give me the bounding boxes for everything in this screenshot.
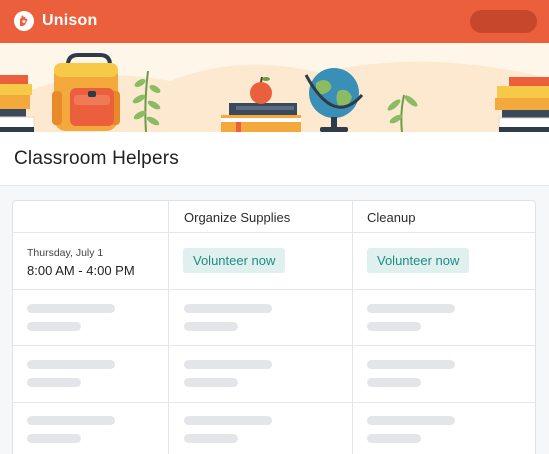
hand-heart-icon bbox=[14, 11, 34, 31]
placeholder-line bbox=[184, 434, 238, 443]
brand-name: Unison bbox=[42, 12, 98, 29]
top-bar: Unison bbox=[0, 0, 549, 43]
placeholder-line bbox=[27, 416, 115, 425]
placeholder-line bbox=[367, 416, 455, 425]
row-divider bbox=[13, 289, 535, 290]
placeholder-line bbox=[184, 360, 272, 369]
placeholder-line bbox=[184, 378, 238, 387]
placeholder-line bbox=[367, 360, 455, 369]
column-divider bbox=[168, 201, 169, 454]
column-header-cleanup: Cleanup bbox=[367, 210, 416, 225]
placeholder-line bbox=[367, 434, 421, 443]
row-divider bbox=[13, 345, 535, 346]
school-supplies-illustration bbox=[0, 43, 549, 132]
placeholder-line bbox=[27, 360, 115, 369]
page-title: Classroom Helpers bbox=[14, 148, 179, 169]
placeholder-line bbox=[367, 378, 421, 387]
placeholder-line bbox=[367, 304, 455, 313]
slot-time: 8:00 AM - 4:00 PM bbox=[27, 263, 135, 278]
brand[interactable]: Unison bbox=[14, 9, 97, 33]
backpack-icon bbox=[52, 53, 120, 131]
placeholder-line bbox=[184, 322, 238, 331]
placeholder-line bbox=[27, 304, 115, 313]
placeholder-line bbox=[27, 322, 81, 331]
row-divider bbox=[13, 232, 535, 233]
signup-table: Organize Supplies Cleanup Thursday, July… bbox=[12, 200, 536, 454]
book-stack-center bbox=[221, 103, 301, 132]
column-header-organize-supplies: Organize Supplies bbox=[184, 210, 291, 225]
placeholder-line bbox=[184, 304, 272, 313]
page-header: Classroom Helpers bbox=[0, 132, 549, 186]
app-window: Unison Classroom Helpers Organize Suppli… bbox=[0, 0, 549, 454]
placeholder-line bbox=[184, 416, 272, 425]
column-divider bbox=[352, 201, 353, 454]
slot-date: Thursday, July 1 bbox=[27, 247, 104, 259]
book-stack-left bbox=[0, 75, 35, 132]
volunteer-button-organize-supplies[interactable]: Volunteer now bbox=[183, 248, 286, 273]
volunteer-button-cleanup[interactable]: Volunteer now bbox=[367, 248, 470, 273]
row-divider bbox=[13, 402, 535, 403]
account-menu-button[interactable] bbox=[470, 10, 537, 33]
placeholder-line bbox=[27, 378, 81, 387]
placeholder-line bbox=[367, 322, 421, 331]
placeholder-line bbox=[27, 434, 81, 443]
